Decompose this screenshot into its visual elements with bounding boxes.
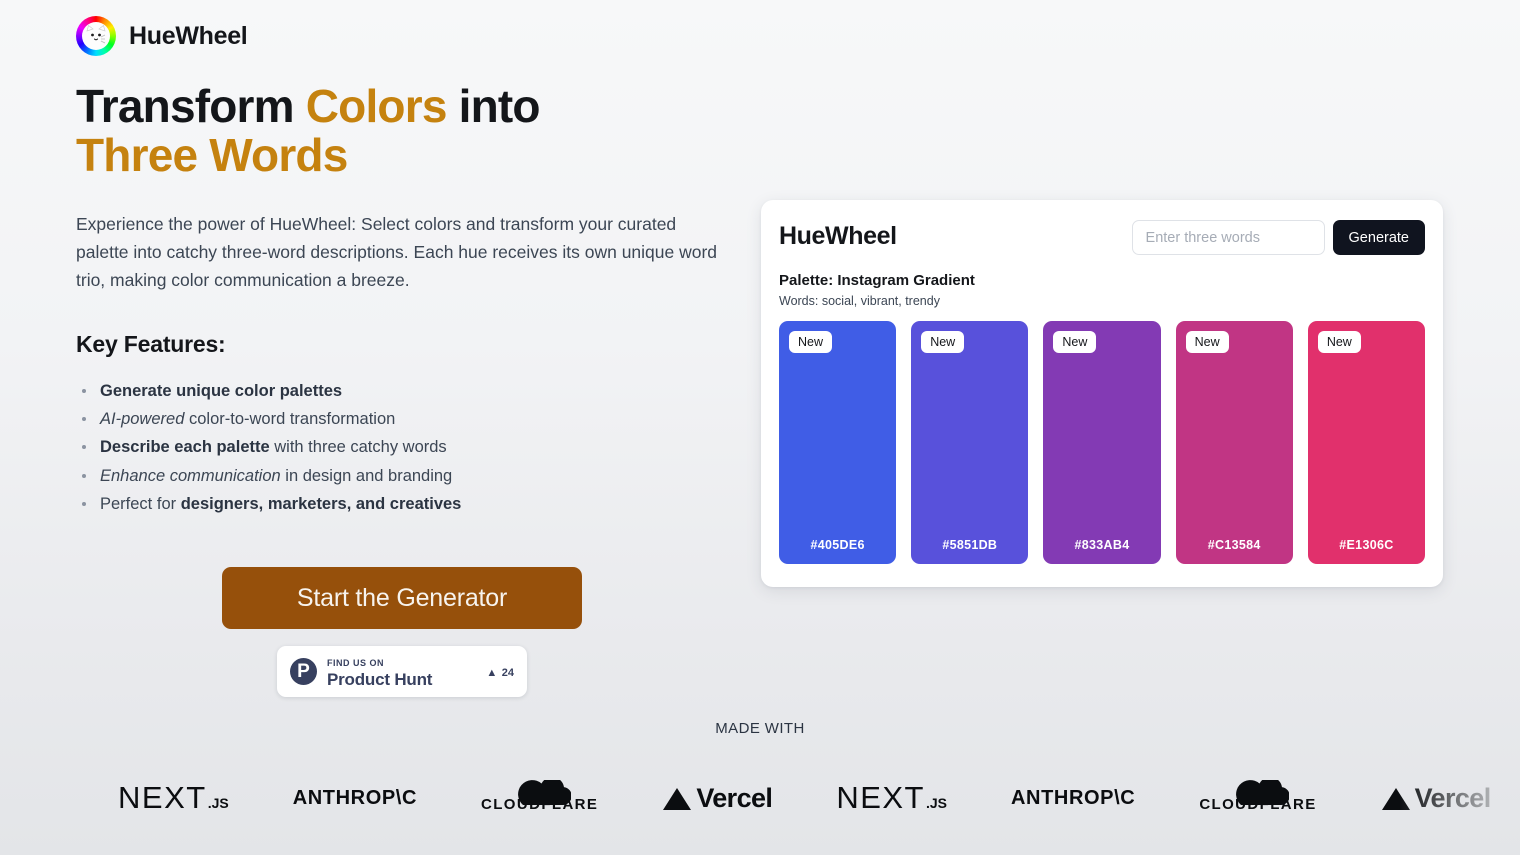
vercel-logo: Vercel [1381,776,1491,820]
vercel-triangle-icon [1381,788,1410,810]
feature-rest: color-to-word transformation [184,409,396,428]
color-swatch[interactable]: New #405DE6 [779,321,897,564]
list-item: Enhance communication in design and bran… [76,462,736,490]
status-badge: New [1185,331,1229,354]
list-item: Perfect for designers, marketers, and cr… [76,490,736,518]
upvote-triangle-icon: ▲ [486,666,498,679]
anthropic-wordmark: ANTHROP\C [1011,786,1136,809]
page-title: Transform Colors into Three Words [76,82,736,180]
swatch-hex-label: #5851DB [942,538,998,552]
features-heading: Key Features: [76,330,226,357]
feature-rest: in design and branding [280,466,453,485]
nextjs-logo: NEXT .JS [118,776,229,820]
color-swatch[interactable]: New #833AB4 [1043,321,1161,564]
anthropic-logo: ANTHROP\C [293,776,417,820]
cta-section: Start the Generator P FIND US ON Product… [76,567,728,697]
headline-part-1: Transform [76,80,306,132]
cloudflare-logo: CLOUDFLARE [481,776,598,820]
product-hunt-p-icon: P [290,658,317,685]
vercel-triangle-icon [663,788,692,810]
partner-logo-marquee: NEXT.JSANTHROP\CCLOUDFLAREVercelNEXT.JSA… [0,768,1520,828]
swatch-hex-label: #405DE6 [810,538,865,552]
color-wheel-cat-icon [76,16,116,56]
product-hunt-eyebrow: FIND US ON [327,657,385,668]
cloud-icon [1236,779,1289,805]
color-swatch[interactable]: New #E1306C [1307,321,1426,564]
product-hunt-title: Product Hunt [327,669,433,689]
product-hunt-badge[interactable]: P FIND US ON Product Hunt ▲ 24 [277,646,527,697]
anthropic-logo: ANTHROP\C [1011,776,1135,820]
feature-strong: designers, marketers, and creatives [180,495,462,514]
hero-section: Transform Colors into Three Words Experi… [76,82,736,518]
status-badge: New [921,331,965,354]
hero-paragraph: Experience the power of HueWheel: Select… [76,213,718,291]
anthropic-wordmark: ANTHROP\C [292,786,417,809]
swatch-hex-label: #C13584 [1207,538,1261,552]
features-list: Generate unique color palettes AI-powere… [76,377,736,519]
feature-strong: Describe each palette [100,438,270,457]
feature-em: Enhance communication [100,466,281,485]
cloudflare-logo: CLOUDFLARE [1199,776,1316,820]
nextjs-logo: NEXT .JS [836,776,947,820]
vercel-logo: Vercel [662,776,773,820]
nextjs-wordmark: NEXT [836,780,925,815]
color-swatch[interactable]: New #5851DB [911,321,1029,564]
status-badge: New [1053,331,1097,354]
vercel-wordmark: Vercel [1414,782,1492,813]
swatch-list: New #405DE6 New #5851DB New #833AB4 New … [779,321,1426,564]
feature-rest: with three catchy words [269,438,447,457]
palette-preview-card: HueWheel Generate Palette: Instagram Gra… [761,200,1443,587]
color-swatch[interactable]: New #C13584 [1175,321,1293,564]
feature-em: AI-powered [100,409,185,428]
nextjs-suffix: .JS [926,795,948,811]
swatch-hex-label: #833AB4 [1074,538,1130,552]
cat-face-icon [83,23,109,49]
product-hunt-upvote[interactable]: ▲ 24 [486,664,514,680]
palette-words-label: Words: social, vibrant, trendy [779,294,940,308]
generate-button[interactable]: Generate [1332,220,1425,255]
nextjs-suffix: .JS [207,795,229,811]
upvote-count: 24 [501,666,514,679]
start-generator-button[interactable]: Start the Generator [222,567,582,629]
card-title: HueWheel [779,222,897,250]
cloud-icon [517,779,571,805]
vercel-wordmark: Vercel [696,782,773,813]
list-item: AI-powered color-to-word transformation [76,405,736,433]
feature-lead: Perfect for [100,495,181,514]
logo-track: NEXT.JSANTHROP\CCLOUDFLAREVercelNEXT.JSA… [0,776,1520,820]
headline-accent-three-words: Three Words [76,128,348,181]
status-badge: New [1317,331,1361,354]
three-words-input[interactable] [1131,220,1325,255]
brand-name: HueWheel [129,21,248,50]
product-hunt-text: FIND US ON Product Hunt [327,654,476,690]
list-item: Generate unique color palettes [76,377,736,405]
feature-strong: Generate unique color palettes [100,381,343,400]
brand-header[interactable]: HueWheel [76,16,248,56]
list-item: Describe each palette with three catchy … [76,433,736,461]
status-badge: New [789,331,833,354]
card-header: HueWheel Generate [779,220,1425,255]
nextjs-wordmark: NEXT [118,780,207,815]
card-controls: Generate [1131,220,1425,255]
headline-accent-colors: Colors [305,80,448,132]
made-with-label: MADE WITH [715,720,805,737]
headline-part-2: into [446,80,541,132]
palette-name-label: Palette: Instagram Gradient [779,272,975,289]
swatch-hex-label: #E1306C [1339,538,1394,552]
